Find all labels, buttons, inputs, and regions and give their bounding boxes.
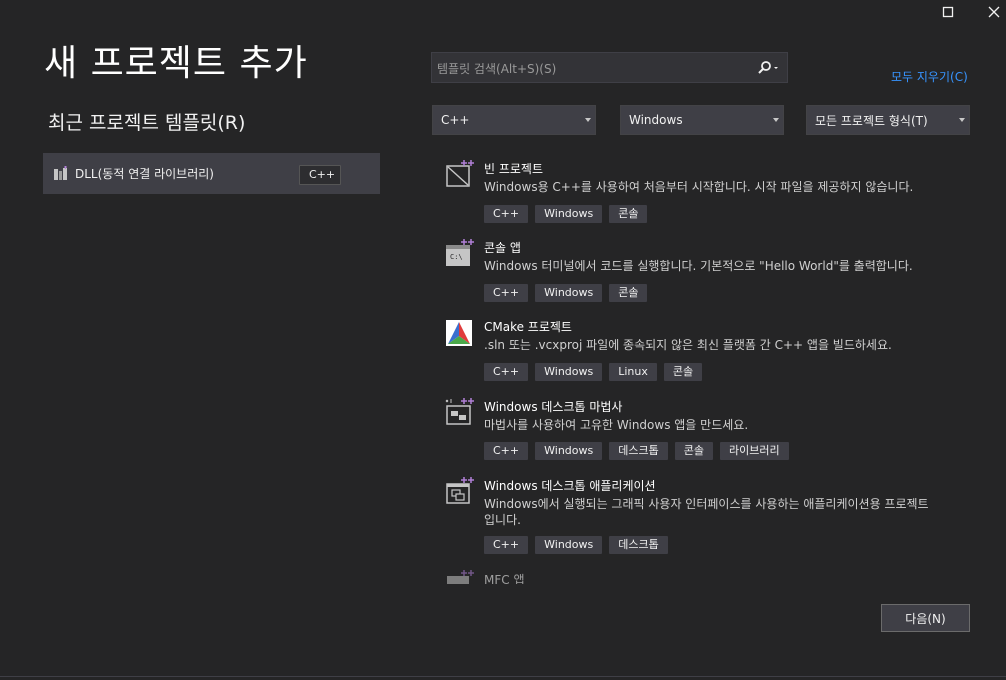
empty-project-icon — [446, 160, 474, 187]
tag-chip: 데스크톱 — [609, 536, 668, 554]
clear-all-filters-link[interactable]: 모두 지우기(C) — [891, 68, 968, 85]
template-search-box[interactable] — [431, 52, 788, 84]
maximize-button[interactable] — [934, 0, 962, 24]
template-tags: C++ Windows Linux 콘솔 — [484, 363, 709, 381]
chevron-down-icon — [959, 118, 965, 122]
page-title: 새 프로젝트 추가 — [44, 43, 308, 84]
tag-chip: 데스크톱 — [609, 442, 668, 460]
template-name: Windows 데스크톱 애플리케이션 — [484, 479, 656, 493]
template-name: 빈 프로젝트 — [484, 162, 544, 176]
tag-chip: Linux — [609, 363, 657, 381]
tag-chip: C++ — [484, 536, 529, 554]
mfc-app-icon — [447, 570, 474, 584]
template-item[interactable]: Windows 데스크톱 마법사 마법사를 사용하여 고유한 Windows 앱… — [444, 398, 974, 464]
template-item[interactable]: 빈 프로젝트 Windows용 C++를 사용하여 처음부터 시작합니다. 시작… — [444, 160, 974, 226]
template-tags: C++ Windows 콘솔 — [484, 284, 654, 302]
project-type-filter-value: 모든 프로젝트 형식(T) — [815, 113, 928, 128]
tag-chip: 라이브러리 — [719, 442, 789, 460]
divider — [0, 676, 1006, 677]
desktop-wizard-icon — [445, 398, 474, 425]
tag-chip: Windows — [535, 284, 603, 302]
tag-chip: 콘솔 — [609, 205, 648, 223]
template-item[interactable]: C:\ 콘솔 앱 Windows 터미널에서 코드를 실행합니다. 기본적으로 … — [444, 239, 974, 305]
tag-chip: C++ — [484, 442, 529, 460]
template-item[interactable]: CMake 프로젝트 .sln 또는 .vcxproj 파일에 종속되지 않은 … — [444, 318, 974, 384]
template-item[interactable]: MFC 앱 — [444, 570, 644, 584]
tag-chip: Windows — [535, 536, 603, 554]
template-name: Windows 데스크톱 마법사 — [484, 400, 623, 414]
next-button[interactable]: 다음(N) — [881, 604, 970, 632]
console-app-icon: C:\ — [446, 239, 474, 266]
tag-chip: Windows — [535, 442, 603, 460]
template-description: Windows용 C++를 사용하여 처음부터 시작합니다. 시작 파일을 제공… — [484, 180, 914, 194]
template-description: .sln 또는 .vcxproj 파일에 종속되지 않은 최신 플랫폼 간 C+… — [484, 338, 892, 352]
maximize-icon — [942, 6, 954, 18]
recent-template-label: DLL(동적 연결 라이브러리) — [75, 167, 214, 181]
tag-chip: 콘솔 — [674, 442, 713, 460]
tag-chip: C++ — [484, 284, 529, 302]
dll-project-icon — [54, 165, 67, 180]
template-tags: C++ Windows 콘솔 — [484, 205, 654, 223]
recent-templates-heading: 최근 프로젝트 템플릿(R) — [48, 112, 246, 134]
chevron-down-icon — [773, 118, 779, 122]
desktop-app-icon — [446, 477, 474, 504]
template-name: 콘솔 앱 — [484, 241, 521, 255]
template-item[interactable]: Windows 데스크톱 애플리케이션 Windows에서 실행되는 그래픽 사… — [444, 477, 974, 557]
search-input[interactable] — [432, 53, 759, 84]
template-name: MFC 앱 — [484, 573, 525, 584]
language-filter-dropdown[interactable]: C++ — [432, 105, 596, 135]
tag-chip: 콘솔 — [663, 363, 703, 381]
project-type-filter-dropdown[interactable]: 모든 프로젝트 형식(T) — [806, 105, 970, 135]
tag-chip: C++ — [484, 363, 529, 381]
template-tags: C++ Windows 데스크톱 콘솔 라이브러리 — [484, 442, 796, 460]
tag-chip: Windows — [535, 205, 603, 223]
template-description: 마법사를 사용하여 고유한 Windows 앱을 만드세요. — [484, 418, 749, 432]
template-description: Windows에서 실행되는 그래픽 사용자 인터페이스를 사용하는 애플리케이… — [484, 497, 929, 527]
template-description: Windows 터미널에서 코드를 실행합니다. 기본적으로 "Hello Wo… — [484, 259, 913, 273]
chevron-down-icon — [585, 118, 591, 122]
tag-chip: Windows — [535, 363, 603, 381]
recent-template-tag: C++ — [299, 165, 341, 185]
platform-filter-value: Windows — [629, 113, 683, 127]
platform-filter-dropdown[interactable]: Windows — [620, 105, 784, 135]
close-icon — [988, 6, 1000, 18]
close-button[interactable] — [980, 0, 1006, 24]
recent-template-item[interactable]: DLL(동적 연결 라이브러리) C++ — [43, 153, 380, 194]
cmake-icon — [446, 320, 472, 346]
language-filter-value: C++ — [441, 113, 470, 127]
template-tags: C++ Windows 데스크톱 — [484, 536, 675, 554]
tag-chip: 콘솔 — [609, 284, 648, 302]
tag-chip: C++ — [484, 205, 529, 223]
template-name: CMake 프로젝트 — [484, 320, 572, 334]
search-icon[interactable] — [757, 60, 779, 76]
svg-text:C:\: C:\ — [450, 253, 463, 261]
